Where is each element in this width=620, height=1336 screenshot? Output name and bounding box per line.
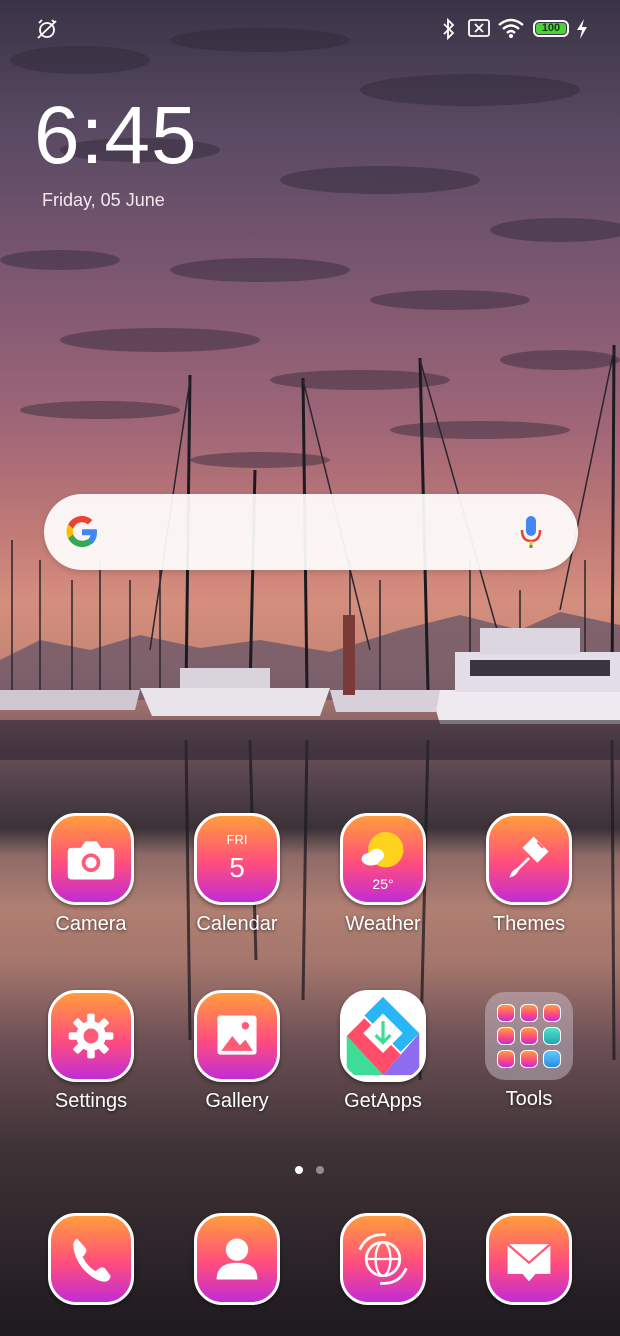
- image-icon[interactable]: [194, 990, 280, 1082]
- app-label: GetApps: [344, 1090, 422, 1112]
- app-label: Gallery: [205, 1090, 269, 1112]
- folder-app-icon: [520, 1004, 538, 1022]
- alarm-off-icon: [37, 19, 57, 39]
- dock-browser[interactable]: [325, 1213, 441, 1305]
- app-label: Tools: [505, 1088, 553, 1110]
- wifi-icon: [498, 18, 524, 38]
- calendar-day: FRI: [226, 832, 248, 847]
- bluetooth-icon: [443, 18, 455, 40]
- weather-icon[interactable]: 25°: [340, 813, 426, 905]
- app-settings[interactable]: Settings: [33, 990, 149, 1113]
- folder-app-icon: [543, 1004, 561, 1022]
- battery-icon: 100: [533, 20, 569, 37]
- sim-none-icon: [468, 19, 490, 37]
- messages-icon[interactable]: [486, 1213, 572, 1305]
- folder-icon[interactable]: [485, 992, 573, 1080]
- app-label: Weather: [345, 913, 421, 935]
- app-label: Calendar: [196, 913, 278, 935]
- dock-contacts[interactable]: [179, 1213, 295, 1305]
- contacts-icon[interactable]: [194, 1213, 280, 1305]
- dock-phone[interactable]: [33, 1213, 149, 1305]
- app-camera[interactable]: Camera: [33, 813, 149, 936]
- app-tools-folder[interactable]: Tools: [471, 990, 587, 1111]
- charging-icon: [577, 19, 587, 39]
- app-label: Settings: [54, 1090, 128, 1112]
- folder-app-icon: [497, 1050, 515, 1068]
- camera-icon[interactable]: [48, 813, 134, 905]
- clock-date[interactable]: Friday, 05 June: [42, 190, 165, 211]
- app-themes[interactable]: Themes: [471, 813, 587, 936]
- water-shadow: [0, 720, 620, 760]
- folder-app-icon: [543, 1050, 561, 1068]
- brush-icon[interactable]: [486, 813, 572, 905]
- weather-temp: 25°: [372, 876, 394, 892]
- battery-level: 100: [536, 23, 566, 34]
- calendar-icon[interactable]: FRI 5: [194, 813, 280, 905]
- page-dot-active[interactable]: [295, 1166, 303, 1174]
- app-weather[interactable]: 25° Weather: [325, 813, 441, 936]
- getapps-icon[interactable]: [340, 990, 426, 1082]
- app-gallery[interactable]: Gallery: [179, 990, 295, 1113]
- folder-app-icon: [497, 1027, 515, 1045]
- mic-icon[interactable]: [520, 514, 542, 550]
- clock-time[interactable]: 6:45: [34, 88, 198, 184]
- google-search-bar[interactable]: [44, 494, 578, 570]
- folder-app-icon: [520, 1050, 538, 1068]
- app-label: Camera: [55, 913, 127, 935]
- page-indicator[interactable]: [295, 1161, 333, 1179]
- dock-messages[interactable]: [471, 1213, 587, 1305]
- browser-icon[interactable]: [340, 1213, 426, 1305]
- calendar-date: 5: [229, 852, 245, 883]
- folder-app-icon: [520, 1027, 538, 1045]
- app-label: Themes: [492, 913, 566, 935]
- status-bar: 100: [0, 14, 620, 44]
- folder-app-icon: [497, 1004, 515, 1022]
- app-calendar[interactable]: FRI 5 Calendar: [179, 813, 295, 936]
- google-logo-icon: [66, 516, 97, 547]
- app-getapps[interactable]: GetApps: [325, 990, 441, 1113]
- folder-app-icon: [543, 1027, 561, 1045]
- page-dot[interactable]: [316, 1166, 325, 1174]
- phone-icon[interactable]: [48, 1213, 134, 1305]
- gear-icon[interactable]: [48, 990, 134, 1082]
